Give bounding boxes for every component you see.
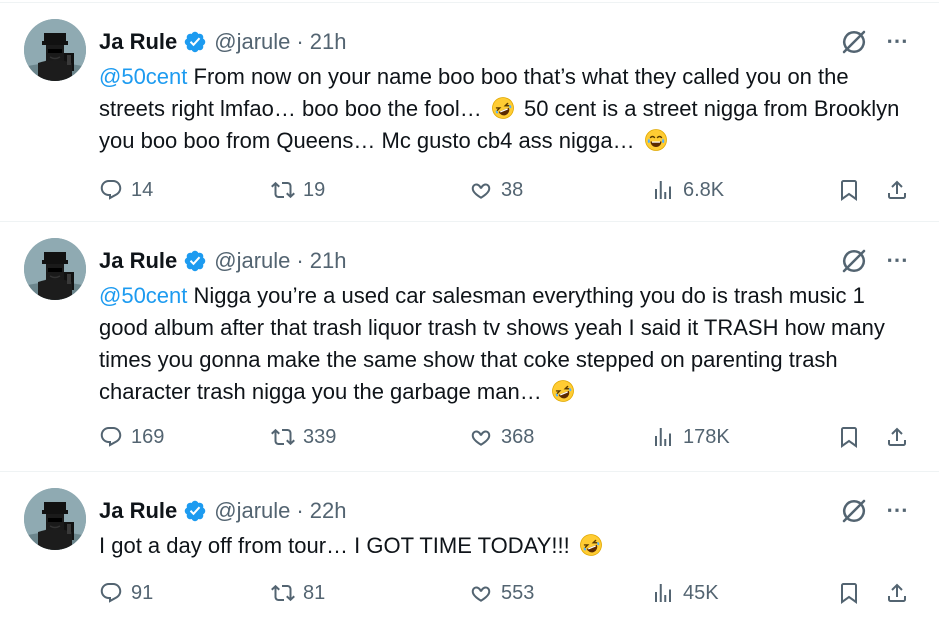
verified-badge-icon[interactable] — [183, 249, 207, 273]
views-button[interactable]: 6.8K — [651, 175, 724, 205]
rolling-on-floor-laughing-emoji-icon — [491, 96, 515, 120]
like-button[interactable]: 38 — [469, 175, 523, 205]
repost-button[interactable]: 81 — [271, 578, 325, 608]
separator-dot: · — [296, 29, 304, 54]
timeline-feed: Ja Rule @jarule · 21h ⋯ @50cent From now… — [0, 0, 939, 628]
like-button[interactable]: 368 — [469, 422, 534, 452]
tweet-header: Ja Rule @jarule · 22h — [99, 494, 346, 528]
repost-icon — [271, 178, 295, 202]
tweet-text: @50cent Nigga you’re a used car salesman… — [99, 280, 919, 408]
share-button[interactable] — [885, 422, 909, 452]
reply-count: 91 — [131, 581, 154, 604]
like-count: 38 — [501, 178, 524, 201]
views-count: 45K — [683, 581, 719, 604]
views-button[interactable]: 178K — [651, 422, 730, 452]
verified-badge-icon[interactable] — [183, 499, 207, 523]
author-handle[interactable]: @jarule — [214, 498, 290, 524]
heart-icon — [469, 178, 493, 202]
reply-icon — [99, 581, 123, 605]
grok-icon[interactable] — [839, 27, 869, 57]
author-handle[interactable]: @jarule — [214, 29, 290, 55]
reply-count: 169 — [131, 425, 165, 448]
repost-button[interactable]: 339 — [271, 422, 336, 452]
more-options-icon[interactable]: ⋯ — [886, 499, 909, 521]
rolling-on-floor-laughing-emoji-icon — [551, 379, 575, 403]
reply-count: 14 — [131, 178, 154, 201]
bookmark-button[interactable] — [837, 175, 861, 205]
reply-button[interactable]: 14 — [99, 175, 153, 205]
bookmark-button[interactable] — [837, 422, 861, 452]
tweet-text: @50cent From now on your name boo boo th… — [99, 61, 919, 157]
bookmark-button[interactable] — [837, 578, 861, 608]
share-button[interactable] — [885, 175, 909, 205]
reply-icon — [99, 425, 123, 449]
tweet[interactable]: Ja Rule @jarule · 21h ⋯ @50cent From now… — [0, 2, 939, 222]
verified-badge-icon[interactable] — [183, 30, 207, 54]
heart-icon — [469, 581, 493, 605]
bookmark-icon — [837, 178, 861, 202]
avatar[interactable] — [24, 488, 86, 550]
tears-of-joy-emoji-icon — [644, 128, 668, 152]
views-icon — [651, 425, 675, 449]
tweet-header: Ja Rule @jarule · 21h — [99, 25, 346, 59]
tweet-text-part: I got a day off from tour… I GOT TIME TO… — [99, 533, 570, 558]
timestamp[interactable]: 21h — [310, 248, 347, 274]
tweet-text: I got a day off from tour… I GOT TIME TO… — [99, 530, 919, 562]
like-count: 368 — [501, 425, 535, 448]
tweet-header: Ja Rule @jarule · 21h — [99, 244, 346, 278]
grok-icon[interactable] — [839, 496, 869, 526]
views-count: 178K — [683, 425, 730, 448]
avatar[interactable] — [24, 19, 86, 81]
author-handle[interactable]: @jarule — [214, 248, 290, 274]
views-count: 6.8K — [683, 178, 725, 201]
bookmark-icon — [837, 425, 861, 449]
like-button[interactable]: 553 — [469, 578, 534, 608]
grok-icon[interactable] — [839, 246, 869, 276]
reply-button[interactable]: 169 — [99, 422, 164, 452]
timestamp[interactable]: 21h — [310, 29, 347, 55]
share-icon — [885, 581, 909, 605]
like-count: 553 — [501, 581, 535, 604]
share-icon — [885, 425, 909, 449]
repost-icon — [271, 581, 295, 605]
separator-dot: · — [296, 248, 304, 273]
author-name[interactable]: Ja Rule — [99, 248, 177, 274]
views-icon — [651, 178, 675, 202]
views-button[interactable]: 45K — [651, 578, 719, 608]
heart-icon — [469, 425, 493, 449]
more-options-icon[interactable]: ⋯ — [886, 249, 909, 271]
avatar[interactable] — [24, 238, 86, 300]
views-icon — [651, 581, 675, 605]
author-name[interactable]: Ja Rule — [99, 498, 177, 524]
repost-button[interactable]: 19 — [271, 175, 325, 205]
mention-link[interactable]: @50cent — [99, 64, 187, 89]
reply-button[interactable]: 91 — [99, 578, 153, 608]
action-bar: 14 19 38 6.8K — [99, 175, 919, 205]
action-bar: 91 81 553 45K — [99, 578, 919, 608]
separator-dot: · — [296, 498, 304, 523]
rolling-on-floor-laughing-emoji-icon — [579, 533, 603, 557]
repost-count: 339 — [303, 425, 337, 448]
timestamp[interactable]: 22h — [310, 498, 347, 524]
bookmark-icon — [837, 581, 861, 605]
action-bar: 169 339 368 178K — [99, 422, 919, 452]
repost-icon — [271, 425, 295, 449]
mention-link[interactable]: @50cent — [99, 283, 187, 308]
tweet[interactable]: Ja Rule @jarule · 22h ⋯ I got a day off … — [0, 472, 939, 628]
tweet-text-part: Nigga you’re a used car salesman everyth… — [99, 283, 885, 404]
share-icon — [885, 178, 909, 202]
repost-count: 81 — [303, 581, 326, 604]
more-options-icon[interactable]: ⋯ — [886, 30, 909, 52]
author-name[interactable]: Ja Rule — [99, 29, 177, 55]
reply-icon — [99, 178, 123, 202]
share-button[interactable] — [885, 578, 909, 608]
repost-count: 19 — [303, 178, 326, 201]
tweet[interactable]: Ja Rule @jarule · 21h ⋯ @50cent Nigga yo… — [0, 222, 939, 472]
